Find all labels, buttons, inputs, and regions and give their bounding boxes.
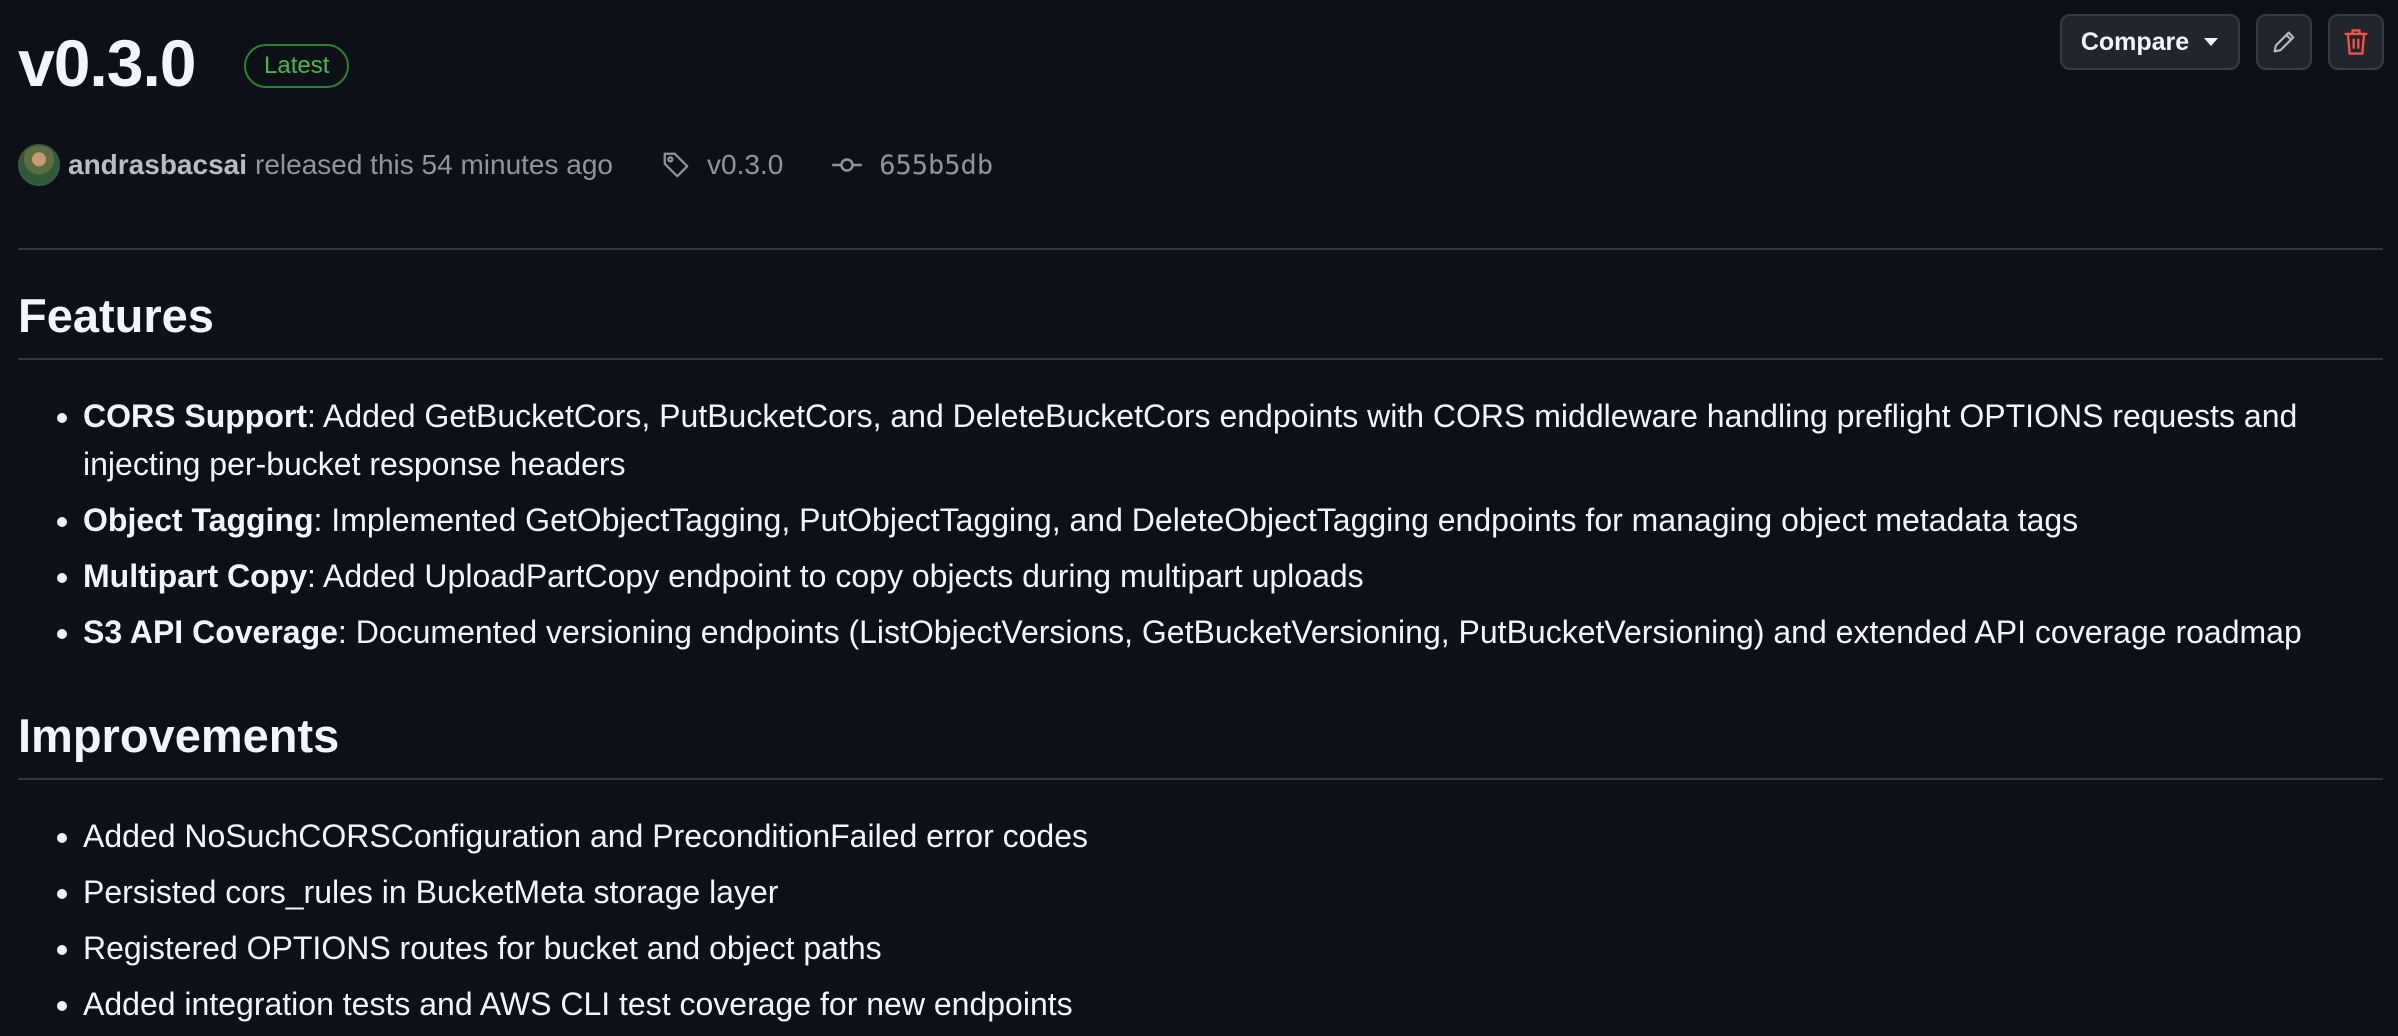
author-link[interactable]: andrasbacsai	[68, 149, 247, 181]
feature-text: : Implemented GetObjectTagging, PutObjec…	[313, 502, 2079, 538]
list-item: S3 API Coverage: Documented versioning e…	[83, 608, 2358, 656]
commit-icon	[831, 150, 863, 180]
edit-release-button[interactable]	[2256, 14, 2312, 70]
list-item: Multipart Copy: Added UploadPartCopy end…	[83, 552, 2358, 600]
list-item: Added integration tests and AWS CLI test…	[83, 980, 2358, 1028]
feature-text: : Added GetBucketCors, PutBucketCors, an…	[83, 398, 2298, 482]
compare-button[interactable]: Compare	[2060, 14, 2240, 70]
avatar[interactable]	[18, 144, 60, 186]
feature-title: Multipart Copy	[83, 558, 307, 594]
latest-badge: Latest	[244, 44, 350, 88]
feature-text: : Added UploadPartCopy endpoint to copy …	[306, 558, 1364, 594]
commit-link[interactable]: 655b5db	[879, 150, 993, 181]
list-item: Object Tagging: Implemented GetObjectTag…	[83, 496, 2358, 544]
caret-down-icon	[2204, 38, 2219, 46]
compare-label: Compare	[2080, 27, 2190, 56]
delete-release-button[interactable]	[2328, 14, 2384, 70]
divider	[18, 248, 2383, 250]
release-toolbar: Compare	[2060, 14, 2384, 70]
list-item: Added NoSuchCORSConfiguration and Precon…	[83, 812, 2358, 860]
released-time: released this 54 minutes ago	[255, 149, 613, 180]
release-meta: andrasbacsai released this 54 minutes ag…	[18, 140, 993, 190]
trash-icon	[2344, 29, 2368, 55]
feature-title: Object Tagging	[83, 502, 314, 538]
feature-title: CORS Support	[83, 398, 307, 434]
release-title: v0.3.0	[18, 26, 196, 100]
improvements-list: Added NoSuchCORSConfiguration and Precon…	[18, 812, 2358, 1036]
list-item: Persisted cors_rules in BucketMeta stora…	[83, 868, 2358, 916]
list-item: Registered OPTIONS routes for bucket and…	[83, 924, 2358, 972]
divider	[18, 778, 2383, 780]
features-heading: Features	[18, 289, 214, 342]
feature-title: S3 API Coverage	[83, 614, 338, 650]
list-item: CORS Support: Added GetBucketCors, PutBu…	[83, 392, 2358, 488]
divider	[18, 358, 2383, 360]
tag-link[interactable]: v0.3.0	[707, 149, 783, 181]
improvements-heading: Improvements	[18, 709, 340, 762]
feature-text: : Documented versioning endpoints (ListO…	[337, 614, 2302, 650]
tag-icon	[661, 150, 691, 180]
features-list: CORS Support: Added GetBucketCors, PutBu…	[18, 392, 2358, 664]
pencil-icon	[2273, 31, 2295, 53]
